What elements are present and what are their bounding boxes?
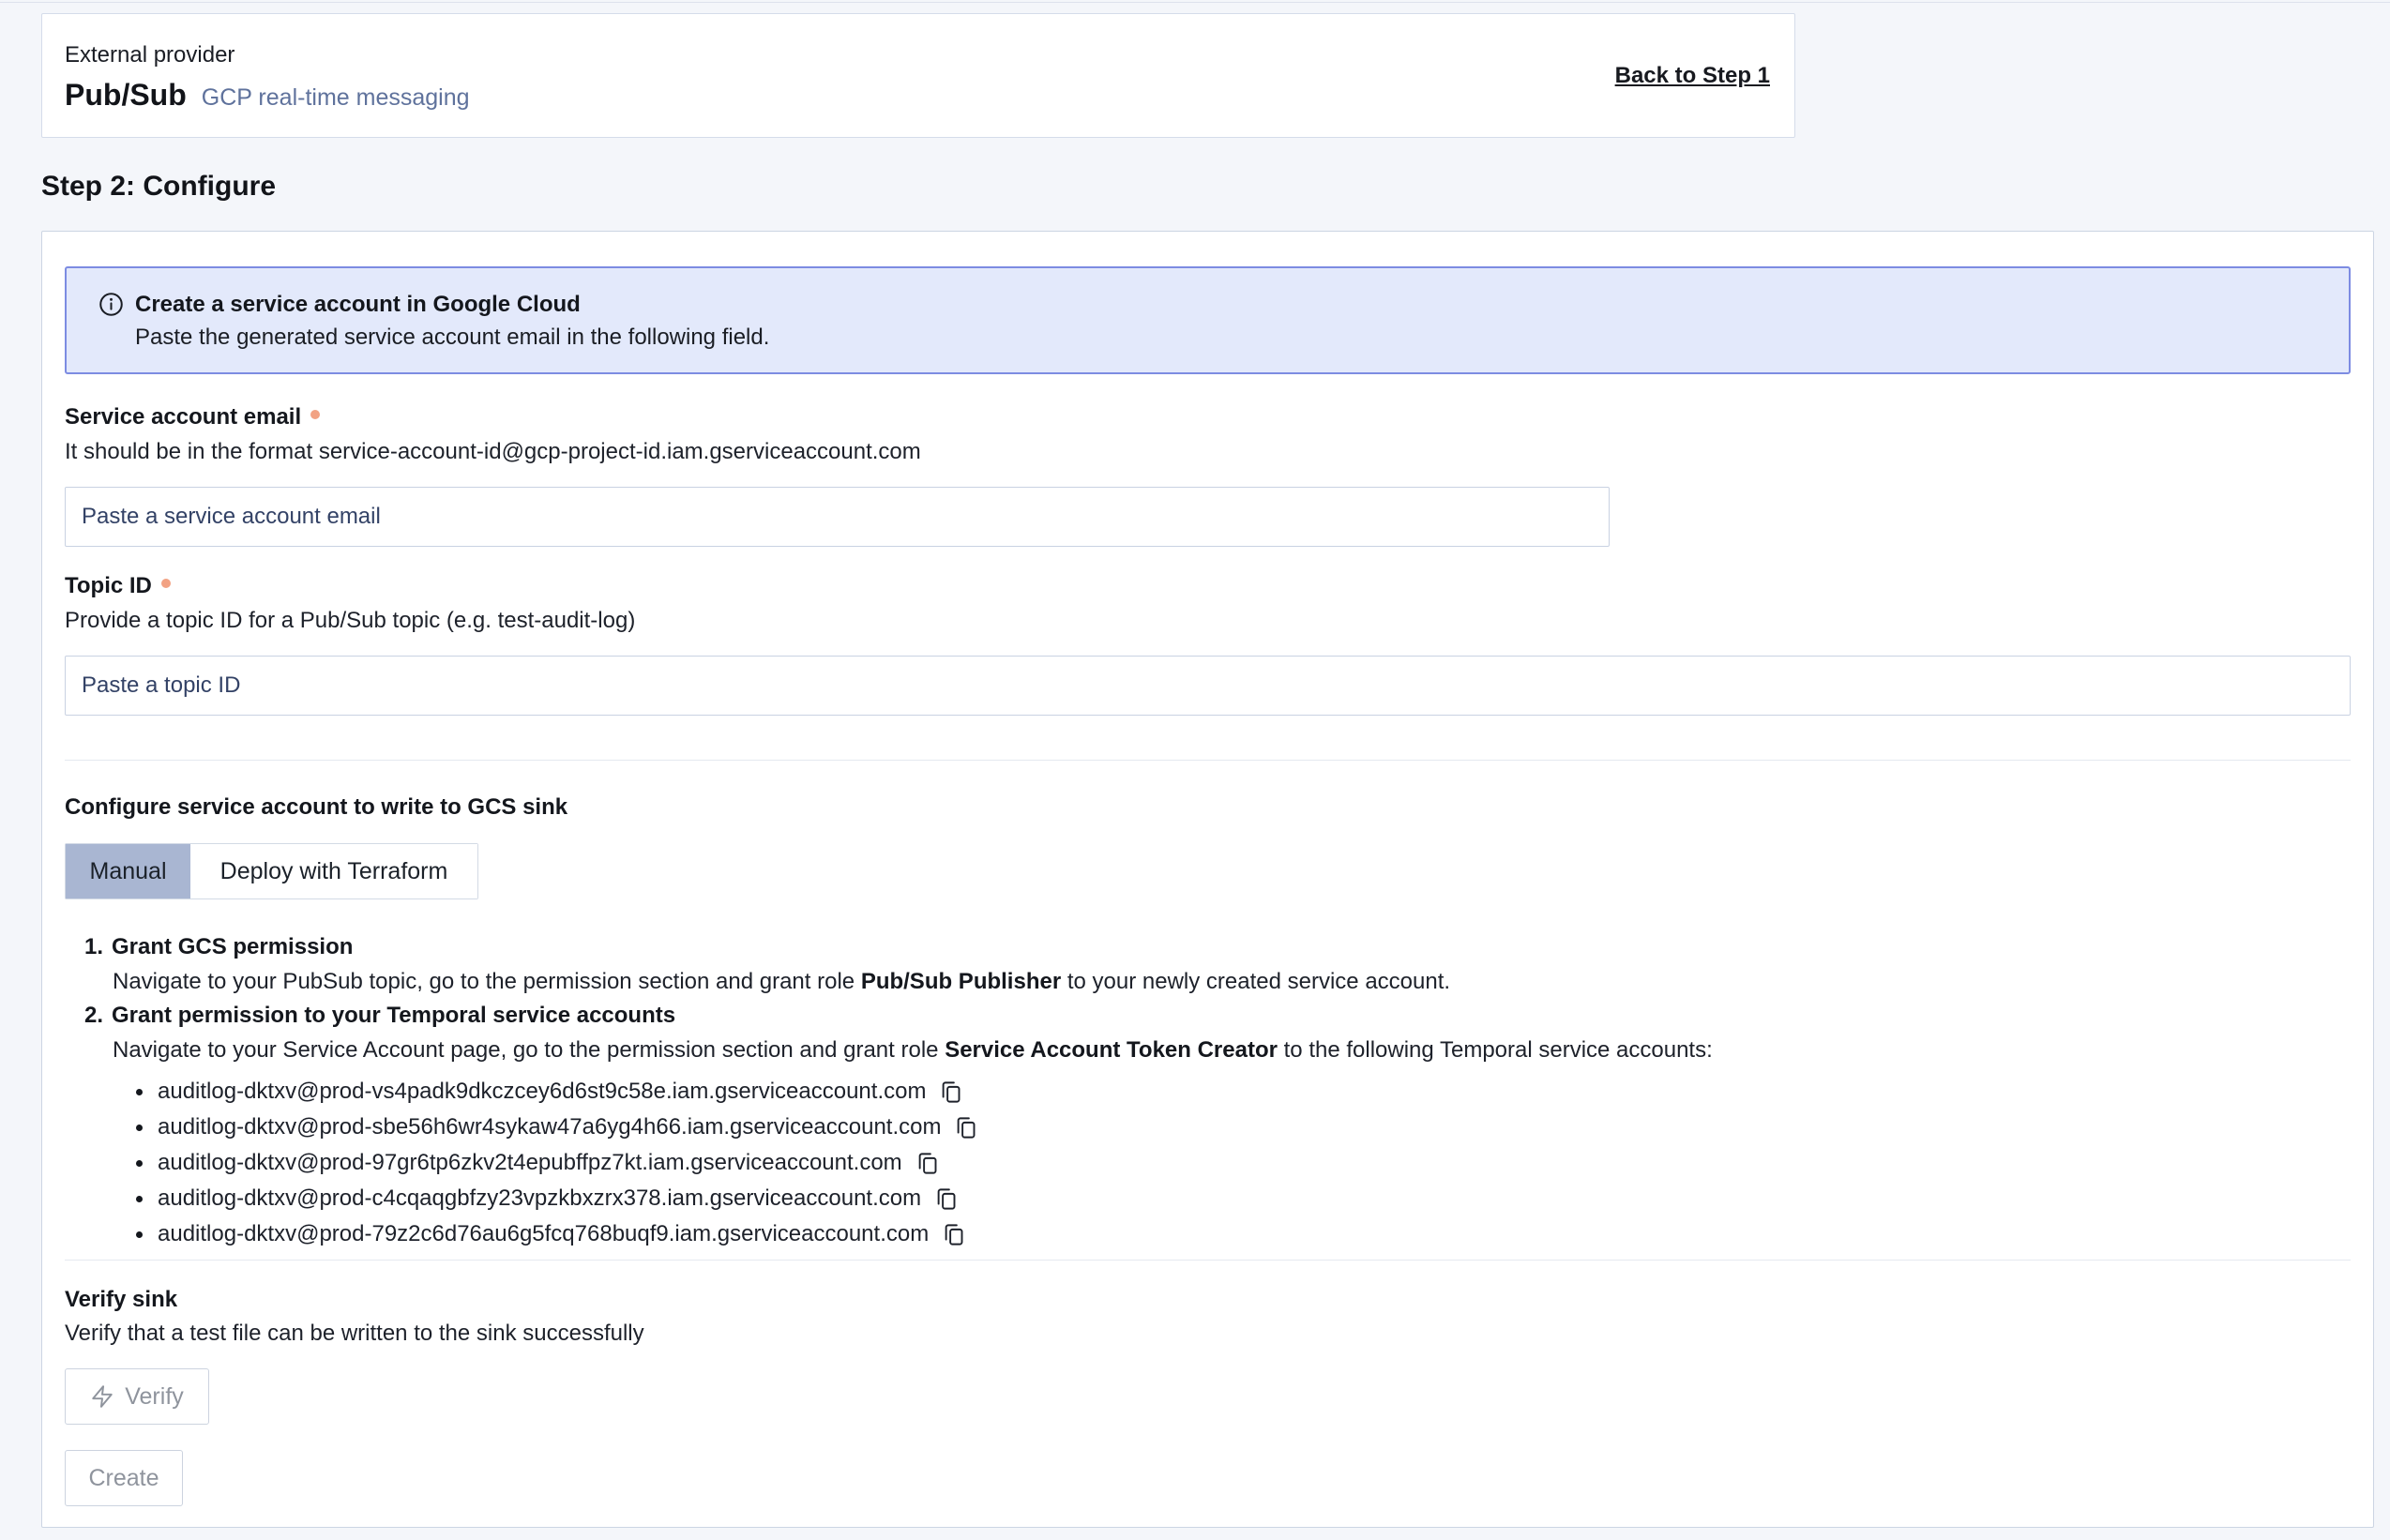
back-to-step-1-link[interactable]: Back to Step 1 (1615, 63, 1770, 89)
step-title-text: Grant GCS permission (112, 934, 353, 960)
provider-name: Pub/Sub (65, 78, 187, 113)
verify-sink-title: Verify sink (65, 1287, 177, 1313)
provider-eyebrow: External provider (65, 42, 234, 68)
service-account-email-input[interactable] (65, 487, 1610, 547)
list-item: auditlog-dktxv@prod-79z2c6d76au6g5fcq768… (136, 1216, 978, 1252)
bullet-dot (136, 1196, 143, 1202)
tab-manual[interactable]: Manual (66, 844, 190, 898)
info-banner-title: Create a service account in Google Cloud (135, 291, 769, 319)
step-body-suffix: to your newly created service account. (1061, 969, 1450, 994)
step-body-role: Service Account Token Creator (945, 1037, 1278, 1063)
section-divider (65, 760, 2351, 761)
list-item: auditlog-dktxv@prod-sbe56h6wr4sykaw47a6y… (136, 1110, 978, 1145)
step-number: 2. (84, 1003, 103, 1029)
create-button-label: Create (88, 1465, 159, 1492)
manual-step-1-title: 1. Grant GCS permission (84, 934, 353, 960)
provider-card: External provider Pub/Sub GCP real-time … (41, 13, 1795, 138)
provider-tagline: GCP real-time messaging (202, 84, 470, 112)
copy-icon[interactable] (941, 1222, 966, 1247)
list-item: auditlog-dktxv@prod-c4cqaqgbfzy23vpzkbxz… (136, 1181, 978, 1216)
manual-step-1-body: Navigate to your PubSub topic, go to the… (113, 969, 1450, 995)
configure-method-tabs: Manual Deploy with Terraform (65, 843, 478, 899)
list-item: auditlog-dktxv@prod-vs4padk9dkczcey6d6st… (136, 1074, 978, 1110)
bullet-dot (136, 1089, 143, 1095)
top-divider (0, 2, 2390, 3)
step-body-prefix: Navigate to your PubSub topic, go to the… (113, 969, 861, 994)
verify-sink-subtitle: Verify that a test file can be written t… (65, 1321, 644, 1347)
section-divider (65, 1260, 2351, 1261)
configure-section-title: Configure service account to write to GC… (65, 794, 567, 821)
tab-deploy-with-terraform[interactable]: Deploy with Terraform (190, 844, 477, 898)
topic-id-helper: Provide a topic ID for a Pub/Sub topic (… (65, 608, 635, 634)
step-body-suffix: to the following Temporal service accoun… (1278, 1037, 1713, 1063)
bullet-dot (136, 1160, 143, 1167)
topic-id-field-block: Topic ID Provide a topic ID for a Pub/Su… (65, 573, 635, 634)
info-banner: Create a service account in Google Cloud… (65, 266, 2351, 374)
service-account-email: auditlog-dktxv@prod-79z2c6d76au6g5fcq768… (158, 1221, 929, 1247)
copy-icon[interactable] (938, 1080, 963, 1105)
copy-icon[interactable] (933, 1186, 959, 1212)
configure-card: Create a service account in Google Cloud… (41, 231, 2374, 1528)
temporal-service-account-list: auditlog-dktxv@prod-vs4padk9dkczcey6d6st… (136, 1074, 978, 1252)
zap-icon (90, 1384, 114, 1409)
topic-id-label: Topic ID (65, 573, 152, 599)
bullet-dot (136, 1231, 143, 1238)
step-number: 1. (84, 934, 103, 960)
service-account-email: auditlog-dktxv@prod-c4cqaqgbfzy23vpzkbxz… (158, 1185, 921, 1212)
create-button[interactable]: Create (65, 1450, 183, 1506)
manual-step-2-title: 2. Grant permission to your Temporal ser… (84, 1003, 675, 1029)
provider-row: Pub/Sub GCP real-time messaging (65, 78, 470, 113)
verify-button[interactable]: Verify (65, 1368, 209, 1425)
list-item: auditlog-dktxv@prod-97gr6tp6zkv2t4epubff… (136, 1145, 978, 1181)
verify-button-label: Verify (125, 1383, 184, 1411)
bullet-dot (136, 1125, 143, 1131)
step-title-text: Grant permission to your Temporal servic… (112, 1003, 675, 1029)
copy-icon[interactable] (915, 1151, 940, 1176)
service-account-email: auditlog-dktxv@prod-sbe56h6wr4sykaw47a6y… (158, 1114, 941, 1140)
info-banner-body: Paste the generated service account emai… (135, 324, 769, 352)
service-account-email: auditlog-dktxv@prod-vs4padk9dkczcey6d6st… (158, 1079, 926, 1105)
service-account-email: auditlog-dktxv@prod-97gr6tp6zkv2t4epubff… (158, 1150, 902, 1176)
page-title: Step 2: Configure (41, 171, 276, 203)
step-body-prefix: Navigate to your Service Account page, g… (113, 1037, 945, 1063)
required-indicator (161, 579, 171, 588)
step-body-role: Pub/Sub Publisher (861, 969, 1061, 994)
required-indicator (310, 410, 320, 419)
service-account-email-field-block: Service account email It should be in th… (65, 404, 921, 465)
service-account-email-label: Service account email (65, 404, 301, 430)
topic-id-input[interactable] (65, 656, 2351, 716)
info-circle-icon (98, 292, 124, 317)
manual-step-2-body: Navigate to your Service Account page, g… (113, 1037, 1713, 1064)
service-account-email-helper: It should be in the format service-accou… (65, 439, 921, 465)
copy-icon[interactable] (953, 1115, 978, 1140)
